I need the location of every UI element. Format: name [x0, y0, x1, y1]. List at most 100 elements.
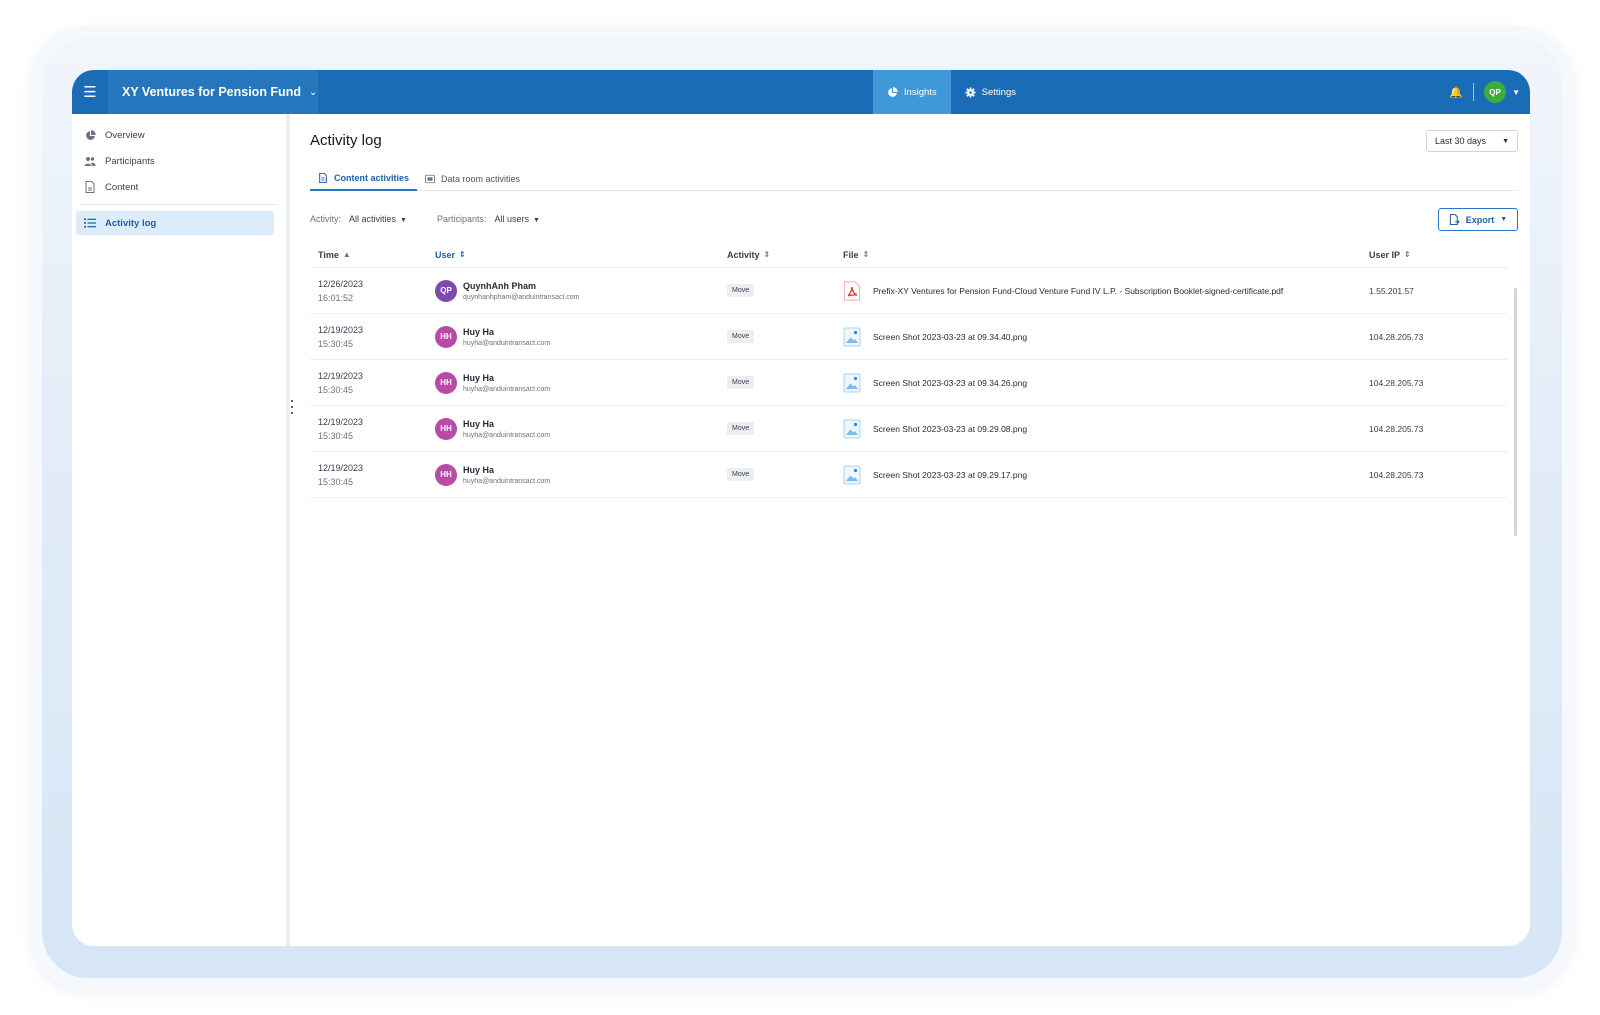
sidebar-item-activity-log[interactable]: Activity log	[76, 211, 274, 235]
nav-tab-settings[interactable]: Settings	[951, 70, 1030, 114]
column-header-time[interactable]: Time ▲	[310, 250, 427, 260]
avatar: HH	[435, 463, 457, 486]
column-label: User	[435, 249, 456, 260]
main-content: Activity log Last 30 days ▼ Content acti…	[294, 114, 1530, 946]
file-cell: Screen Shot 2023-03-23 at 09.34.40.png	[835, 327, 1361, 347]
activity-badge: Move	[727, 422, 755, 435]
activity-cell: Move	[719, 422, 835, 435]
bell-settings-icon[interactable]: 🔔	[1449, 86, 1463, 99]
document-icon	[319, 172, 327, 183]
caret-down-icon: ▼	[533, 217, 540, 224]
date-range-value: Last 30 days	[1435, 136, 1487, 146]
caret-down-icon: ▼	[400, 217, 407, 224]
user-email: quynhanhpham@anduintransact.com	[463, 293, 580, 301]
user-email: huyha@anduintransact.com	[463, 477, 551, 485]
nav-tab-insights[interactable]: Insights	[872, 70, 951, 114]
data-room-icon	[425, 174, 436, 183]
app-window: ☰ XY Ventures for Pension Fund ⌄ Insight…	[72, 70, 1530, 946]
column-header-user[interactable]: User ⇕	[427, 250, 719, 260]
user-name: Huy Ha	[463, 372, 495, 383]
file-name: Screen Shot 2023-03-23 at 09.29.17.png	[873, 469, 1028, 480]
file-link[interactable]: Screen Shot 2023-03-23 at 09.29.17.png	[843, 465, 1361, 485]
user-ip: 104.28.205.73	[1369, 377, 1424, 388]
file-link[interactable]: Screen Shot 2023-03-23 at 09.34.40.png	[843, 327, 1361, 347]
nav-tab-label: Insights	[903, 86, 937, 98]
activity-filter-dropdown[interactable]: All activities ▼	[349, 214, 407, 224]
table-row[interactable]: 12/19/2023 15:30:45 HH Huy Ha huyha@andu…	[310, 314, 1508, 360]
user-cell: HH Huy Ha huyha@anduintransact.com	[427, 325, 719, 348]
time-cell: 12/19/2023 15:30:45	[310, 371, 427, 395]
image-file-icon	[843, 373, 861, 392]
activity-cell: Move	[719, 468, 835, 481]
time-cell: 12/19/2023 15:30:45	[310, 463, 427, 487]
caret-down-icon: ▼	[1500, 216, 1508, 223]
column-header-file[interactable]: File ⇕	[835, 250, 1361, 260]
sidebar-item-overview[interactable]: Overview	[72, 122, 286, 148]
user-ip: 1.55.201.57	[1369, 285, 1414, 296]
activity-cell: Move	[719, 284, 835, 297]
table-row[interactable]: 12/19/2023 15:30:45 HH Huy Ha huyha@andu…	[310, 452, 1508, 498]
image-file-icon	[843, 327, 861, 346]
participants-filter-dropdown[interactable]: All users ▼	[495, 214, 540, 224]
activity-filter-label: Activity:	[310, 214, 342, 224]
row-time: 15:30:45	[318, 476, 354, 487]
sidebar-item-participants[interactable]: Participants	[72, 148, 286, 174]
sidebar-item-content[interactable]: Content	[72, 174, 286, 200]
sidebar: Overview Participants Content Activity l…	[72, 114, 290, 946]
user-cell: HH Huy Ha huyha@anduintransact.com	[427, 463, 719, 486]
row-date: 12/19/2023	[318, 416, 364, 427]
table-row[interactable]: 12/19/2023 15:30:45 HH Huy Ha huyha@andu…	[310, 406, 1508, 452]
fund-selector[interactable]: XY Ventures for Pension Fund ⌄	[108, 70, 318, 114]
page-title: Activity log	[310, 132, 382, 149]
document-icon	[84, 181, 96, 193]
avatar: QP	[435, 279, 457, 302]
file-cell: Screen Shot 2023-03-23 at 09.34.26.png	[835, 373, 1361, 393]
file-cell: Screen Shot 2023-03-23 at 09.29.17.png	[835, 465, 1361, 485]
user-cell: HH Huy Ha huyha@anduintransact.com	[427, 371, 719, 394]
activity-badge: Move	[727, 376, 755, 389]
pie-chart-icon	[888, 86, 898, 97]
row-date: 12/19/2023	[318, 370, 364, 381]
top-bar: ☰ XY Ventures for Pension Fund ⌄ Insight…	[72, 70, 1530, 114]
export-button[interactable]: Export ▼	[1438, 208, 1518, 231]
tab-label: Content activities	[334, 172, 410, 183]
pie-chart-icon	[84, 129, 96, 141]
caret-down-icon: ▼	[1502, 137, 1509, 145]
sidebar-item-label: Activity log	[105, 217, 157, 229]
user-email: huyha@anduintransact.com	[463, 339, 551, 347]
hamburger-icon[interactable]: ☰	[72, 70, 108, 114]
caret-down-icon[interactable]: ▼	[1512, 88, 1520, 97]
row-time: 15:30:45	[318, 384, 354, 395]
column-label: File	[843, 249, 859, 260]
ip-cell: 104.28.205.73	[1361, 378, 1471, 388]
row-time: 15:30:45	[318, 338, 354, 349]
user-name: Huy Ha	[463, 464, 495, 475]
image-file-icon	[843, 465, 861, 484]
user-ip: 104.28.205.73	[1369, 423, 1424, 434]
user-name: Huy Ha	[463, 326, 495, 337]
table-row[interactable]: 12/26/2023 16:01:52 QP QuynhAnh Pham quy…	[310, 268, 1508, 314]
user-cell: QP QuynhAnh Pham quynhanhpham@anduintran…	[427, 279, 719, 302]
tab-data-room-activities[interactable]: Data room activities	[417, 166, 528, 191]
file-link[interactable]: Screen Shot 2023-03-23 at 09.29.08.png	[843, 419, 1361, 439]
file-link[interactable]: Screen Shot 2023-03-23 at 09.34.26.png	[843, 373, 1361, 393]
tab-content-activities[interactable]: Content activities	[310, 166, 418, 191]
user-email: huyha@anduintransact.com	[463, 385, 551, 393]
participants-filter-label: Participants:	[436, 214, 487, 224]
date-range-select[interactable]: Last 30 days ▼	[1426, 130, 1518, 152]
row-date: 12/19/2023	[318, 462, 364, 473]
row-time: 16:01:52	[318, 292, 354, 303]
tab-label: Data room activities	[441, 173, 521, 184]
file-link[interactable]: Prefix-XY Ventures for Pension Fund-Clou…	[843, 280, 1361, 301]
table-scrollbar[interactable]	[1514, 288, 1517, 536]
sort-icon: ⇕	[862, 250, 870, 259]
user-ip: 104.28.205.73	[1369, 331, 1424, 342]
export-file-icon	[1449, 214, 1460, 225]
column-header-user-ip[interactable]: User IP ⇕	[1361, 250, 1471, 260]
user-name: Huy Ha	[463, 418, 495, 429]
activity-filter-value: All activities	[349, 214, 397, 224]
user-avatar[interactable]: QP	[1484, 81, 1507, 103]
table-row[interactable]: 12/19/2023 15:30:45 HH Huy Ha huyha@andu…	[310, 360, 1508, 406]
column-header-activity[interactable]: Activity ⇕	[719, 250, 835, 260]
user-ip: 104.28.205.73	[1369, 469, 1424, 480]
